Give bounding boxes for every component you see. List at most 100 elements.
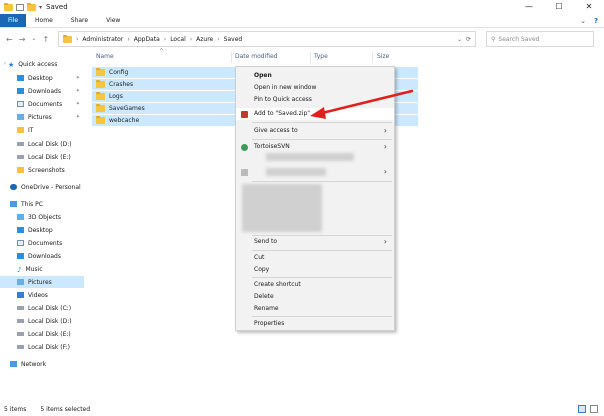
ribbon: File Home Share View ⌄ ? (0, 14, 604, 28)
sidebar-item-it[interactable]: IT (0, 124, 84, 136)
up-icon[interactable]: ↑ (42, 35, 49, 44)
pin-icon: ✦ (75, 114, 80, 120)
forward-icon[interactable]: → (19, 35, 26, 44)
menu-item-open-new-window[interactable]: Open in new window (236, 82, 394, 94)
selected-count: 5 items selected (40, 405, 91, 413)
folder-icon (96, 80, 105, 88)
sidebar-item-videos[interactable]: Videos (0, 289, 84, 301)
pin-icon: ✦ (75, 88, 80, 94)
menu-item-properties[interactable]: Properties (236, 318, 394, 330)
chevron-right-icon: › (383, 142, 387, 151)
sidebar-onedrive[interactable]: OneDrive - Personal (0, 181, 84, 193)
folder-icon (96, 68, 105, 76)
sidebar-item-documents[interactable]: Documents ✦ (0, 98, 84, 110)
details-view-icon[interactable] (578, 405, 586, 413)
properties-icon[interactable] (16, 3, 24, 11)
folder-icon (17, 167, 24, 173)
tab-share[interactable]: Share (62, 14, 97, 27)
quick-access-toolbar: ▾ (0, 2, 42, 11)
sidebar-item-desktop[interactable]: Desktop ✦ (0, 72, 84, 84)
tab-view[interactable]: View (97, 14, 129, 27)
pictures-icon (17, 114, 24, 120)
minimize-icon[interactable]: — (514, 0, 544, 14)
drive-icon (17, 306, 24, 310)
folder-icon (63, 34, 72, 43)
breadcrumb-saved[interactable]: Saved (224, 36, 243, 43)
menu-item-give-access[interactable]: Give access to › (236, 125, 394, 137)
tab-home[interactable]: Home (26, 14, 62, 27)
sidebar-item-pc-desktop[interactable]: Desktop (0, 224, 84, 236)
close-icon[interactable]: ✕ (574, 0, 604, 14)
window-title: Saved (46, 3, 68, 11)
sidebar-item-pc-documents[interactable]: Documents (0, 237, 84, 249)
refresh-icon[interactable]: ⟳ (466, 36, 471, 43)
desktop-icon (17, 75, 24, 81)
sidebar-item-3d-objects[interactable]: 3D Objects (0, 211, 84, 223)
menu-item-copy[interactable]: Copy (236, 264, 394, 276)
sidebar-network[interactable]: Network (0, 358, 84, 370)
folder-icon (17, 127, 24, 133)
sidebar-quick-access[interactable]: › ★ Quick access (0, 58, 84, 70)
expand-ribbon-icon[interactable]: ⌄ (580, 17, 586, 25)
large-icons-view-icon[interactable] (590, 405, 598, 413)
sidebar-item-local-disk-c[interactable]: Local Disk (C:) (0, 302, 84, 314)
menu-item-add-to-zip[interactable]: Add to "Saved.zip" (236, 108, 394, 120)
window-controls: — ☐ ✕ (514, 0, 604, 14)
menu-item-rename[interactable]: Rename (236, 303, 394, 315)
sidebar-this-pc[interactable]: This PC (0, 198, 84, 210)
sidebar-item-pc-local-disk-e[interactable]: Local Disk (E:) (0, 328, 84, 340)
navigation-pane: › ★ Quick access Desktop ✦ Downloads ✦ D… (0, 52, 85, 400)
sidebar-item-pc-downloads[interactable]: Downloads (0, 250, 84, 262)
sidebar-item-local-disk-f[interactable]: Local Disk (F:) (0, 341, 84, 353)
sidebar-item-pc-local-disk-d[interactable]: Local Disk (D:) (0, 315, 84, 327)
column-header-type[interactable]: Type (314, 50, 328, 64)
chevron-down-icon[interactable]: › (4, 61, 6, 67)
breadcrumb-administrator[interactable]: Administrator (82, 36, 123, 43)
chevron-down-icon[interactable]: ▾ (39, 4, 42, 11)
menu-item-tortoisesvn[interactable]: TortoiseSVN › (236, 141, 394, 153)
breadcrumb-local[interactable]: Local (170, 36, 186, 43)
column-header-date-modified[interactable]: Date modified (235, 50, 278, 64)
sidebar-item-local-disk-d[interactable]: Local Disk (D:) (0, 138, 84, 150)
menu-item-cut[interactable]: Cut (236, 252, 394, 264)
help-icon[interactable]: ? (594, 17, 598, 25)
music-icon: ♪ (17, 266, 22, 274)
search-box[interactable]: ⚲ Search Saved (486, 31, 594, 47)
tab-file[interactable]: File (0, 14, 27, 27)
sidebar-item-pc-pictures[interactable]: Pictures (0, 276, 84, 288)
menu-item-create-shortcut[interactable]: Create shortcut (236, 279, 394, 291)
drive-icon (17, 142, 24, 146)
cloud-icon (10, 184, 17, 190)
new-folder-icon[interactable] (27, 2, 36, 11)
sort-arrow-icon: ^ (159, 48, 165, 55)
computer-icon (10, 201, 17, 207)
download-icon (17, 253, 24, 259)
menu-item-send-to[interactable]: Send to › (236, 236, 394, 248)
recent-chevron-icon[interactable]: ⌄ (31, 35, 36, 44)
menu-item-delete[interactable]: Delete (236, 291, 394, 303)
drive-icon (17, 332, 24, 336)
sidebar-item-pictures[interactable]: Pictures ✦ (0, 111, 84, 123)
title-bar: ▾ Saved — ☐ ✕ (0, 0, 604, 14)
cube-icon (17, 214, 24, 220)
drive-icon (17, 155, 24, 159)
sidebar-item-local-disk-e[interactable]: Local Disk (E:) (0, 151, 84, 163)
menu-item-pin-quick-access[interactable]: Pin to Quick access (236, 94, 394, 106)
breadcrumb-appdata[interactable]: AppData (134, 36, 160, 43)
address-bar[interactable]: › Administrator › AppData › Local › Azur… (58, 31, 476, 47)
drive-icon (17, 345, 24, 349)
drive-icon (17, 319, 24, 323)
sidebar-item-screenshots[interactable]: Screenshots (0, 164, 84, 176)
column-header-size[interactable]: Size (377, 50, 389, 64)
sidebar-item-music[interactable]: ♪ Music (0, 263, 84, 275)
maximize-icon[interactable]: ☐ (544, 0, 574, 14)
folder-icon (96, 104, 105, 112)
desktop-icon (17, 227, 24, 233)
breadcrumb-azure[interactable]: Azure (196, 36, 213, 43)
sidebar-item-downloads[interactable]: Downloads ✦ (0, 85, 84, 97)
menu-item-open[interactable]: Open (236, 70, 394, 82)
column-header-name[interactable]: Name (96, 50, 114, 64)
back-icon[interactable]: ← (6, 35, 13, 44)
archive-icon (241, 111, 248, 118)
address-dropdown-icon[interactable]: ⌄ (457, 36, 462, 43)
